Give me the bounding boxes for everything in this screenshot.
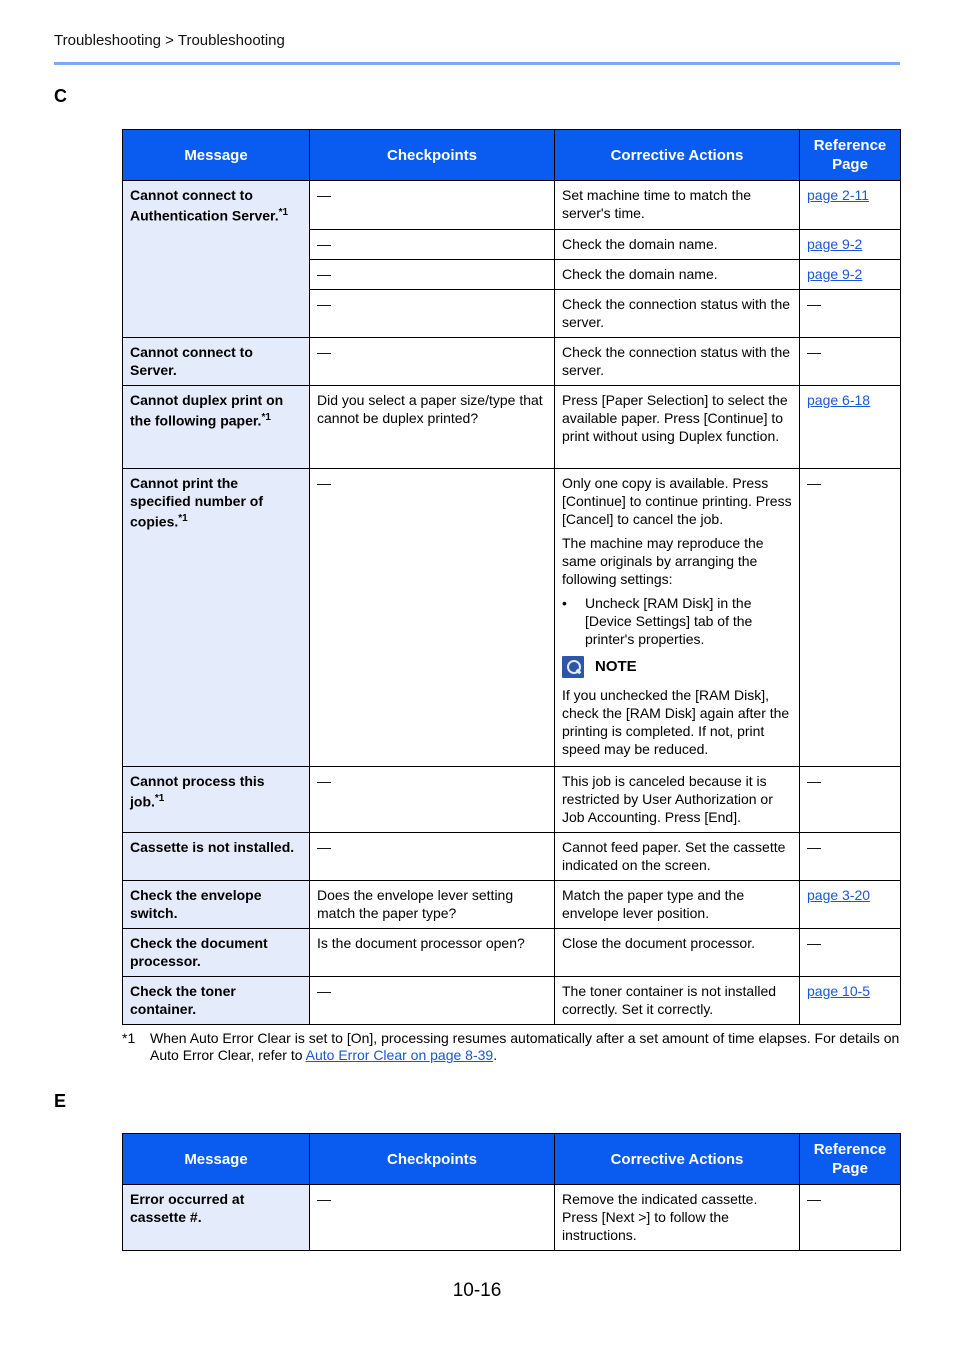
column-header-reference-page: Reference Page	[799, 1133, 901, 1185]
message-cell: Check the envelope switch.	[122, 880, 310, 929]
reference-link[interactable]: page 2-11	[807, 187, 869, 203]
bullet-text: Uncheck [RAM Disk] in the [Device Settin…	[585, 595, 753, 647]
table-row: Check the document processor. Is the doc…	[122, 928, 901, 977]
reference-cell: page 3-20	[799, 880, 901, 929]
message-cell: Cannot duplex print on the following pap…	[122, 385, 310, 469]
bullet-item: • Uncheck [RAM Disk] in the [Device Sett…	[562, 594, 792, 648]
checkpoint-cell: —	[309, 1184, 555, 1251]
checkpoint-cell: —	[309, 259, 555, 290]
message-cell: Check the document processor.	[122, 928, 310, 977]
table-row: Cassette is not installed. — Cannot feed…	[122, 832, 901, 881]
reference-link[interactable]: page 10-5	[807, 983, 870, 999]
action-cell: Press [Paper Selection] to select the av…	[554, 385, 800, 469]
message-cell: Cannot connect to Server.	[122, 337, 310, 386]
action-cell: Check the domain name.	[554, 229, 800, 260]
table-row: Cannot process this job.*1 — This job is…	[122, 766, 901, 833]
reference-cell: page 2-11	[799, 180, 901, 230]
table-row: Cannot duplex print on the following pap…	[122, 385, 901, 469]
column-header-reference-page: Reference Page	[799, 129, 901, 181]
message-cell: Cannot connect to Authentication Server.…	[122, 180, 310, 338]
footnote: *1 When Auto Error Clear is set to [On],…	[122, 1030, 902, 1064]
troubleshooting-table-e: Message Checkpoints Corrective Actions R…	[122, 1133, 901, 1251]
note-label: NOTE	[595, 658, 637, 675]
table-row: Check the envelope switch. Does the enve…	[122, 880, 901, 929]
checkpoint-cell: Did you select a paper size/type that ca…	[309, 385, 555, 469]
column-header-corrective-actions: Corrective Actions	[554, 1133, 800, 1185]
reference-cell: —	[799, 1184, 901, 1251]
table-header-row: Message Checkpoints Corrective Actions R…	[122, 129, 901, 181]
footnote-body: When Auto Error Clear is set to [On], pr…	[150, 1030, 900, 1063]
reference-cell: page 9-2	[799, 229, 901, 260]
reference-cell: page 9-2	[799, 259, 901, 290]
action-paragraph: The machine may reproduce the same origi…	[562, 535, 764, 587]
note-heading: NOTE	[562, 656, 792, 678]
note-lightbulb-icon	[562, 656, 584, 678]
reference-cell: —	[799, 468, 901, 767]
action-cell: Close the document processor.	[554, 928, 800, 977]
reference-link[interactable]: page 9-2	[807, 236, 862, 252]
table-row: Check the toner container. — The toner c…	[122, 976, 901, 1025]
reference-cell: page 6-18	[799, 385, 901, 469]
footnote-ref: *1	[278, 207, 289, 218]
reference-cell: —	[799, 766, 901, 833]
table-row: Cannot print the specified number of cop…	[122, 468, 901, 767]
footnote-ref: *1	[261, 412, 271, 423]
reference-link[interactable]: page 3-20	[807, 887, 870, 903]
checkpoint-cell: —	[309, 289, 555, 338]
action-cell: Only one copy is available. Press [Conti…	[554, 468, 800, 767]
note-text: If you unchecked the [RAM Disk], check t…	[562, 687, 790, 757]
column-header-message: Message	[122, 1133, 310, 1185]
action-cell: Match the paper type and the envelope le…	[554, 880, 800, 929]
action-cell: Cannot feed paper. Set the cassette indi…	[554, 832, 800, 881]
checkpoint-cell: Does the envelope lever setting match th…	[309, 880, 555, 929]
section-heading-c: C	[54, 86, 67, 106]
troubleshooting-table-c: Message Checkpoints Corrective Actions R…	[122, 129, 901, 1025]
column-header-message: Message	[122, 129, 310, 181]
message-cell: Cassette is not installed.	[122, 832, 310, 881]
checkpoint-cell: —	[309, 832, 555, 881]
message-cell: Cannot print the specified number of cop…	[122, 468, 310, 767]
action-cell: Set machine time to match the server's t…	[554, 180, 800, 230]
reference-cell: page 10-5	[799, 976, 901, 1025]
reference-link[interactable]: page 9-2	[807, 266, 862, 282]
action-cell: Check the domain name.	[554, 259, 800, 290]
action-cell: Check the connection status with the ser…	[554, 289, 800, 338]
header-divider	[54, 62, 900, 65]
column-header-checkpoints: Checkpoints	[309, 1133, 555, 1185]
checkpoint-cell: —	[309, 468, 555, 767]
checkpoint-cell: —	[309, 229, 555, 260]
auto-error-clear-link[interactable]: Auto Error Clear on page 8-39	[306, 1047, 494, 1063]
bullet-icon: •	[562, 595, 567, 611]
footnote-mark: *1	[122, 1030, 136, 1046]
checkpoint-cell: Is the document processor open?	[309, 928, 555, 977]
section-heading-e: E	[54, 1091, 67, 1111]
reference-link[interactable]: page 6-18	[807, 392, 870, 408]
column-header-corrective-actions: Corrective Actions	[554, 129, 800, 181]
message-cell: Cannot process this job.*1	[122, 766, 310, 833]
breadcrumb: Troubleshooting > Troubleshooting	[54, 32, 285, 49]
column-header-checkpoints: Checkpoints	[309, 129, 555, 181]
footnote-ref: *1	[154, 793, 165, 804]
reference-cell: —	[799, 928, 901, 977]
message-cell: Error occurred at cassette #.	[122, 1184, 310, 1251]
reference-cell: —	[799, 832, 901, 881]
checkpoint-cell: —	[309, 180, 555, 230]
table-row: Cannot connect to Authentication Server.…	[122, 180, 901, 338]
action-cell: The toner container is not installed cor…	[554, 976, 800, 1025]
page-number: 10-16	[452, 1280, 502, 1301]
footnote-ref: *1	[178, 513, 188, 524]
reference-cell: —	[799, 337, 901, 386]
action-cell: Check the connection status with the ser…	[554, 337, 800, 386]
reference-cell: —	[799, 289, 901, 338]
checkpoint-cell: —	[309, 976, 555, 1025]
table-row: Error occurred at cassette #. — Remove t…	[122, 1184, 901, 1251]
action-paragraph: Only one copy is available. Press [Conti…	[562, 475, 792, 527]
checkpoint-cell: —	[309, 766, 555, 833]
message-cell: Check the toner container.	[122, 976, 310, 1025]
action-cell: This job is canceled because it is restr…	[554, 766, 800, 833]
table-header-row: Message Checkpoints Corrective Actions R…	[122, 1133, 901, 1185]
table-row: Cannot connect to Server. — Check the co…	[122, 337, 901, 386]
checkpoint-cell: —	[309, 337, 555, 386]
action-cell: Remove the indicated cassette. Press [Ne…	[554, 1184, 800, 1251]
